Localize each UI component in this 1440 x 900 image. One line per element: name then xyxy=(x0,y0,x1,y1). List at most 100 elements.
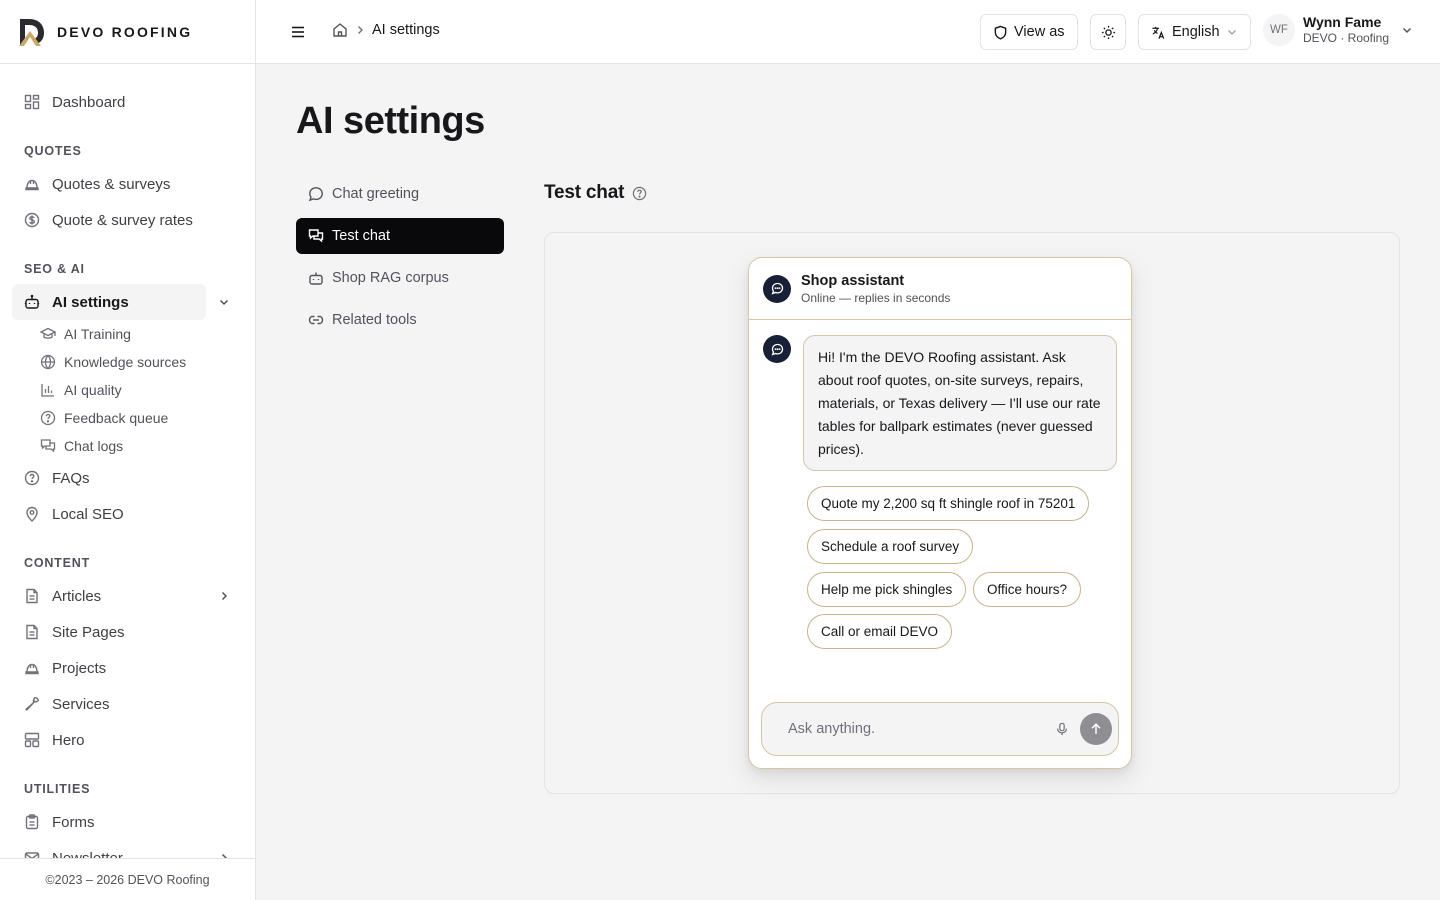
subnav-label: Related tools xyxy=(332,312,417,328)
map-pin-icon xyxy=(24,506,40,522)
subnav-label: Chat greeting xyxy=(332,186,420,202)
chat-widget: Shop assistant Online — replies in secon… xyxy=(748,257,1132,769)
chat-title: Shop assistant xyxy=(801,272,905,289)
subnav-label: Shop RAG corpus xyxy=(332,270,449,286)
sidebar-subitem-ai-quality[interactable]: AI quality xyxy=(40,378,122,402)
suggestion-chip[interactable]: Schedule a roof survey xyxy=(807,529,974,564)
sidebar: DEVO ROOFING Dashboard QUOTES Quotes & s… xyxy=(0,0,256,900)
sidebar-subitem-label: Knowledge sources xyxy=(64,354,187,370)
sidebar-item-label: Quotes & surveys xyxy=(52,175,171,193)
sidebar-item-label: AI settings xyxy=(52,293,129,311)
layout-icon xyxy=(24,732,40,748)
user-menu[interactable]: WF Wynn Fame DEVO · Roofing xyxy=(1263,14,1413,46)
sidebar-subitem-label: AI quality xyxy=(64,382,122,398)
sidebar-item-label: Projects xyxy=(52,659,107,677)
sidebar-item-label: Quote & survey rates xyxy=(52,211,193,229)
logo-icon xyxy=(17,17,45,47)
suggestion-chip[interactable]: Quote my 2,200 sq ft shingle roof in 752… xyxy=(807,486,1090,521)
breadcrumb: AI settings xyxy=(332,22,440,38)
theme-toggle-button[interactable] xyxy=(1090,14,1126,50)
section-title-content: CONTENT xyxy=(24,556,91,570)
sidebar-subitem-feedback-queue[interactable]: Feedback queue xyxy=(40,406,168,430)
message-circle-icon xyxy=(771,282,784,295)
subnav-related-tools[interactable]: Related tools xyxy=(296,302,504,338)
chevron-down-icon[interactable] xyxy=(218,296,230,308)
sidebar-item-faqs[interactable]: FAQs xyxy=(12,460,243,496)
sidebar-item-label: Site Pages xyxy=(52,623,125,641)
subnav-test-chat[interactable]: Test chat xyxy=(296,218,504,254)
topbar: AI settings View as English WF Wynn Fame… xyxy=(256,0,1440,64)
chat-input[interactable] xyxy=(778,703,1038,755)
sidebar-item-label: Forms xyxy=(52,813,95,831)
sidebar-item-projects[interactable]: Projects xyxy=(12,650,243,686)
sidebar-item-label: Newsletter xyxy=(52,849,123,859)
page-title: AI settings xyxy=(296,100,485,142)
chevron-down-icon xyxy=(1401,24,1413,36)
clipboard-icon xyxy=(24,814,40,830)
sidebar-item-articles[interactable]: Articles xyxy=(12,578,243,614)
microphone-icon[interactable] xyxy=(1055,722,1069,736)
sun-icon xyxy=(1101,25,1116,40)
sidebar-item-ai-settings[interactable]: AI settings xyxy=(12,284,206,320)
subnav-chat-greeting[interactable]: Chat greeting xyxy=(296,176,504,212)
sidebar-nav: Dashboard QUOTES Quotes & surveys Quote … xyxy=(0,64,255,858)
bot-icon xyxy=(24,294,40,310)
brand-name: DEVO ROOFING xyxy=(57,23,193,40)
menu-icon[interactable] xyxy=(290,24,306,40)
suggestion-chip[interactable]: Help me pick shingles xyxy=(807,572,967,607)
chevron-right-icon xyxy=(354,24,366,36)
message-avatar xyxy=(763,335,791,363)
sidebar-subitem-label: Feedback queue xyxy=(64,410,169,426)
home-icon[interactable] xyxy=(332,22,348,38)
view-as-button[interactable]: View as xyxy=(980,14,1078,50)
brand[interactable]: DEVO ROOFING xyxy=(0,0,255,64)
suggestion-chip[interactable]: Office hours? xyxy=(973,572,1082,607)
sidebar-item-label: Hero xyxy=(52,731,85,749)
chevron-right-icon[interactable] xyxy=(218,590,230,602)
section-title-seo-ai: SEO & AI xyxy=(24,262,85,276)
section-heading: Test chat xyxy=(544,182,647,204)
arrow-up-icon xyxy=(1089,722,1103,736)
user-name: Wynn Fame xyxy=(1303,14,1382,30)
help-circle-icon xyxy=(40,410,56,426)
shield-icon xyxy=(993,25,1008,40)
sidebar-item-quote-survey-rates[interactable]: Quote & survey rates xyxy=(12,202,243,238)
help-circle-icon[interactable] xyxy=(632,186,647,201)
hard-hat-icon xyxy=(24,176,40,192)
message-circle-icon xyxy=(771,343,784,356)
bot-avatar xyxy=(763,274,791,303)
sidebar-footer: ©2023 – 2026 DEVO Roofing xyxy=(0,858,255,900)
assistant-message: Hi! I'm the DEVO Roofing assistant. Ask … xyxy=(803,335,1117,471)
avatar: WF xyxy=(1263,14,1295,46)
subnav-shop-rag-corpus[interactable]: Shop RAG corpus xyxy=(296,260,504,296)
section-title-quotes: QUOTES xyxy=(24,144,82,158)
sidebar-item-quotes-surveys[interactable]: Quotes & surveys xyxy=(12,166,243,202)
sidebar-subitem-label: Chat logs xyxy=(64,438,124,454)
dollar-circle-icon xyxy=(24,212,40,228)
sidebar-item-label: Dashboard xyxy=(52,93,126,111)
sidebar-subitem-knowledge-sources[interactable]: Knowledge sources xyxy=(40,350,186,374)
chat-status: Online — replies in seconds xyxy=(801,290,951,305)
view-as-label: View as xyxy=(1014,24,1065,40)
sidebar-item-label: Services xyxy=(52,695,110,713)
hard-hat-icon xyxy=(24,660,40,676)
section-title-utilities: UTILITIES xyxy=(24,782,91,796)
chat-header: Shop assistant Online — replies in secon… xyxy=(749,258,1131,320)
sidebar-item-dashboard[interactable]: Dashboard xyxy=(12,84,243,120)
language-label: English xyxy=(1172,24,1220,40)
sidebar-item-site-pages[interactable]: Site Pages xyxy=(12,614,243,650)
sidebar-item-local-seo[interactable]: Local SEO xyxy=(12,496,243,532)
file-text-icon xyxy=(24,588,40,604)
sidebar-subitem-ai-training[interactable]: AI Training xyxy=(40,322,131,346)
sidebar-item-newsletter[interactable]: Newsletter xyxy=(12,840,243,858)
help-circle-icon xyxy=(24,470,40,486)
send-button[interactable] xyxy=(1080,713,1112,745)
sidebar-item-services[interactable]: Services xyxy=(12,686,243,722)
sidebar-item-label: Articles xyxy=(52,587,102,605)
suggestion-chip[interactable]: Call or email DEVO xyxy=(807,614,953,649)
sidebar-subitem-chat-logs[interactable]: Chat logs xyxy=(40,434,123,458)
sidebar-item-label: FAQs xyxy=(52,469,90,487)
sidebar-item-forms[interactable]: Forms xyxy=(12,804,243,840)
language-select[interactable]: English xyxy=(1138,14,1251,50)
sidebar-item-hero[interactable]: Hero xyxy=(12,722,243,758)
